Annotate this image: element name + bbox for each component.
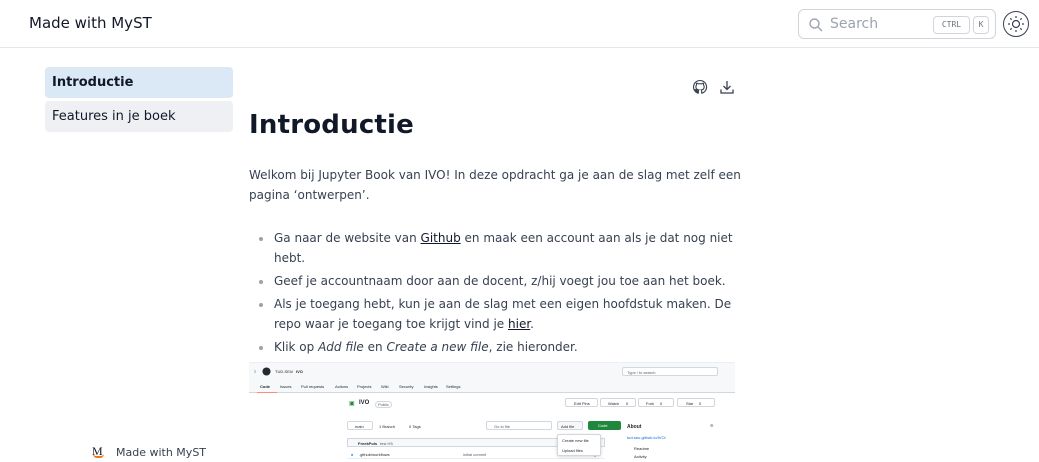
list-item: Ga naar de website van Github en maak ee… (259, 228, 739, 268)
gh-about-link: tud-seu.github.io/IVO/ (627, 435, 666, 440)
gh-sep: / (291, 369, 293, 374)
gh-tab: Insights (424, 384, 438, 389)
repo-link[interactable]: hier (508, 317, 530, 331)
gh-tab: Code (260, 384, 270, 389)
gh-tab: Wiki (381, 384, 389, 389)
list-item: Geef je accountnaam door aan de docent, … (259, 271, 739, 291)
gh-logo-icon (262, 367, 271, 376)
kbd-ctrl: CTRL (933, 16, 970, 34)
search-icon (809, 18, 823, 32)
instruction-list: Ga naar de website van Github en maak ee… (259, 228, 739, 360)
gh-gear-icon: ⚙ (710, 423, 714, 428)
sidebar-item-features[interactable]: Features in je boek (45, 101, 233, 132)
footer-text: Made with MyST (116, 446, 207, 459)
gh-menu-icon: ≡ (254, 369, 257, 374)
gh-watch: Watch 0 (600, 398, 636, 407)
myst-logo-icon: M (92, 444, 104, 458)
download-icon[interactable] (719, 79, 735, 95)
gh-repo-icon: ▣ (349, 401, 355, 407)
gh-code-button: Code (588, 421, 621, 430)
gh-add-file: Add file (557, 421, 583, 430)
gh-add-file-menu: Create new file Upload files (557, 434, 601, 456)
gh-about-title: About (627, 424, 642, 430)
github-icon[interactable] (692, 79, 708, 95)
list-item: Klik op Add file en Create a new file, z… (259, 337, 739, 357)
sidebar-item-introductie[interactable]: Introductie (45, 67, 233, 98)
gh-folder-icon: ■ (351, 452, 354, 457)
search-box[interactable]: Search CTRL K (798, 9, 996, 39)
list-item: Als je toegang hebt, kun je aan de slag … (259, 294, 739, 334)
gh-branch-select: main (347, 421, 373, 430)
gh-tab: Pull requests (301, 384, 325, 389)
gh-about-activity: Activity (634, 454, 647, 459)
gh-tab: Settings (446, 384, 461, 389)
gh-about-readme: Readme (634, 446, 650, 451)
intro-paragraph: Welkom bij Jupyter Book van IVO! In deze… (249, 168, 741, 202)
gh-branch-count: 1 Branch (379, 424, 396, 429)
page-title: Introductie (249, 110, 415, 140)
gh-repo-path: IVO (296, 369, 303, 374)
kbd-k: K (973, 16, 989, 34)
gh-search: Type / to search (622, 367, 718, 376)
github-screenshot-image: ≡ TUD-SEU / IVO Type / to search Code Is… (249, 362, 735, 462)
theme-toggle-button[interactable] (1003, 11, 1029, 37)
gh-tab: Issues (280, 384, 292, 389)
gh-active-tab-underline (257, 392, 277, 393)
gh-tab: Security (399, 384, 414, 389)
gh-tag-count: 0 Tags (409, 424, 421, 429)
gh-go-to-file: Go to file (486, 421, 552, 430)
search-placeholder: Search (830, 16, 879, 32)
gh-star: Star 0 (677, 398, 715, 407)
gh-fork: Fork 0 (638, 398, 674, 407)
github-link[interactable]: Github (421, 231, 461, 245)
top-bar: Made with MyST Search CTRL K (0, 0, 1039, 48)
sun-icon (1008, 16, 1024, 32)
gh-edit-pins: Edit Pins (565, 398, 598, 407)
gh-visibility-badge: Public (375, 401, 392, 408)
gh-tab: Projects (357, 384, 372, 389)
site-title[interactable]: Made with MyST (29, 14, 152, 32)
gh-tab: Actions (335, 384, 349, 389)
gh-repo-name: IVO (359, 400, 370, 406)
